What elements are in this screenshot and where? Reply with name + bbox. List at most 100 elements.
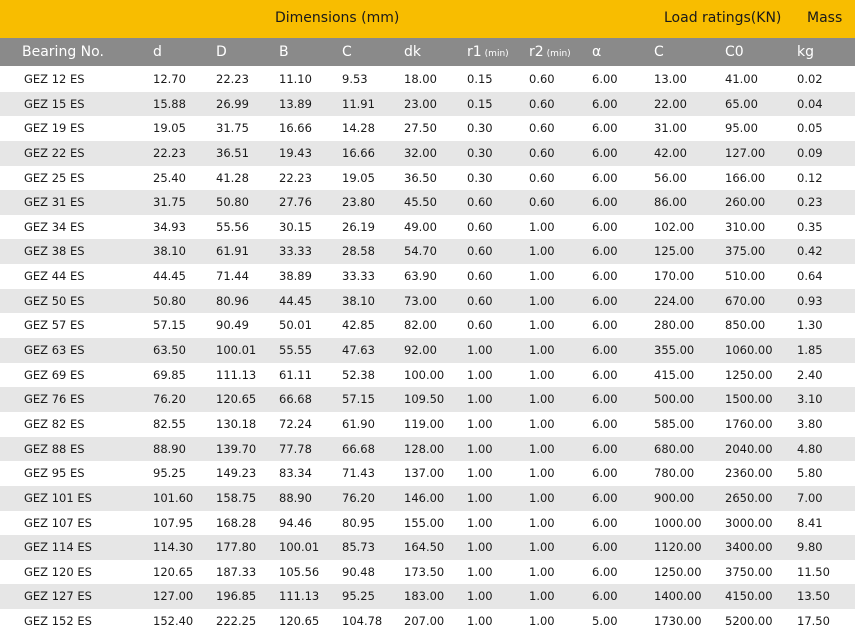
cell-width-b: 27.76 [279, 195, 312, 210]
cell-load-c0: 670.00 [725, 293, 766, 308]
cell-width-c: 9.53 [342, 72, 368, 86]
cell-r1: 1.00 [467, 515, 493, 530]
cell-load-c: 31.00 [654, 121, 687, 136]
cell-width-b: 11.10 [279, 72, 312, 86]
cell-outer-d: 41.28 [216, 170, 249, 185]
cell-bearing-no: GEZ 50 ES [24, 293, 85, 308]
cell-width-b: 88.90 [279, 490, 312, 505]
cell-mass-kg: 5.80 [797, 466, 823, 481]
cell-outer-d: 158.75 [216, 490, 257, 505]
cell-load-c0: 65.00 [725, 96, 758, 111]
bearing-spec-table: Dimensions (mm) Load ratings(KN) Mass Be… [0, 0, 855, 634]
table-row: GEZ 15 ES 15.88 26.99 13.89 11.91 23.00 0.15 0.… [0, 91, 855, 117]
cell-width-c: 33.33 [342, 269, 375, 284]
cell-load-c0: 850.00 [725, 318, 766, 333]
cell-alpha: 6.00 [592, 392, 618, 407]
cell-alpha: 6.00 [592, 293, 618, 308]
cell-bearing-no: GEZ 22 ES [24, 145, 85, 160]
cell-bearing-no: GEZ 34 ES [24, 219, 85, 234]
cell-dk: 92.00 [404, 343, 437, 358]
cell-load-c: 224.00 [654, 293, 695, 308]
cell-width-b: 13.89 [279, 96, 312, 111]
cell-r1: 0.60 [467, 293, 493, 308]
cell-width-c: 26.19 [342, 219, 375, 234]
cell-alpha: 5.00 [592, 614, 618, 629]
cell-alpha: 6.00 [592, 170, 618, 185]
cell-alpha: 6.00 [592, 490, 618, 505]
column-header-width-b: B [279, 44, 289, 60]
column-header-r1: r1 (min) [467, 44, 509, 60]
cell-alpha: 6.00 [592, 318, 618, 333]
cell-width-b: 22.23 [279, 170, 312, 185]
mass-group-label: Mass [807, 10, 843, 26]
cell-dk: 18.00 [404, 72, 437, 86]
cell-dk: 36.50 [404, 170, 437, 185]
cell-r2: 1.00 [529, 392, 555, 407]
cell-mass-kg: 1.30 [797, 318, 823, 333]
cell-bearing-no: GEZ 19 ES [24, 121, 85, 136]
column-header-label: d [153, 44, 162, 60]
cell-dk: 155.00 [404, 515, 445, 530]
table-row: GEZ 50 ES 50.80 80.96 44.45 38.10 73.00 0.60 1.… [0, 288, 855, 314]
cell-dk: 109.50 [404, 392, 445, 407]
cell-d: 63.50 [153, 343, 186, 358]
cell-dk: 32.00 [404, 145, 437, 160]
cell-r1: 1.00 [467, 614, 493, 629]
cell-load-c: 22.00 [654, 96, 687, 111]
cell-dk: 164.50 [404, 540, 445, 555]
cell-outer-d: 31.75 [216, 121, 249, 136]
cell-r2: 1.00 [529, 416, 555, 431]
cell-bearing-no: GEZ 63 ES [24, 343, 85, 358]
table-row: GEZ 120 ES 120.65 187.33 105.56 90.48 173.50 1… [0, 560, 855, 585]
cell-load-c0: 1060.00 [725, 343, 773, 358]
cell-mass-kg: 17.50 [797, 614, 830, 629]
column-header-width-c: C [342, 44, 352, 60]
cell-d: 12.70 [153, 72, 186, 86]
cell-width-c: 76.20 [342, 490, 375, 505]
cell-r1: 1.00 [467, 564, 493, 579]
cell-load-c: 780.00 [654, 466, 695, 481]
cell-bearing-no: GEZ 82 ES [24, 416, 85, 431]
cell-width-c: 52.38 [342, 367, 375, 382]
cell-load-c: 102.00 [654, 219, 695, 234]
cell-mass-kg: 0.12 [797, 170, 823, 185]
cell-width-b: 33.33 [279, 244, 312, 259]
cell-r1: 0.60 [467, 269, 493, 284]
cell-width-c: 42.85 [342, 318, 375, 333]
cell-alpha: 6.00 [592, 121, 618, 136]
cell-width-c: 23.80 [342, 195, 375, 210]
column-header-load-c0: C0 [725, 44, 744, 60]
cell-d: 120.65 [153, 564, 194, 579]
cell-bearing-no: GEZ 31 ES [24, 195, 85, 210]
cell-dk: 137.00 [404, 466, 445, 481]
cell-bearing-no: GEZ 95 ES [24, 466, 85, 481]
table-row: GEZ 19 ES 19.05 31.75 16.66 14.28 27.50 0.30 0.… [0, 116, 855, 141]
cell-bearing-no: GEZ 57 ES [24, 318, 85, 333]
cell-bearing-no: GEZ 114 ES [24, 540, 92, 555]
cell-outer-d: 80.96 [216, 293, 249, 308]
cell-d: 50.80 [153, 293, 186, 308]
cell-load-c: 170.00 [654, 269, 695, 284]
cell-mass-kg: 2.40 [797, 367, 823, 382]
cell-alpha: 6.00 [592, 219, 618, 234]
cell-mass-kg: 0.93 [797, 293, 823, 308]
cell-outer-d: 222.25 [216, 614, 257, 629]
cell-d: 101.60 [153, 490, 194, 505]
cell-load-c0: 2360.00 [725, 466, 773, 481]
column-header-sublabel: (min) [484, 49, 509, 59]
cell-alpha: 6.00 [592, 416, 618, 431]
column-header-outer-d: D [216, 44, 227, 60]
cell-load-c: 680.00 [654, 441, 695, 456]
group-header-row: Dimensions (mm) Load ratings(KN) Mass [0, 0, 855, 38]
cell-width-c: 47.63 [342, 343, 375, 358]
cell-outer-d: 22.23 [216, 72, 249, 86]
cell-load-c: 280.00 [654, 318, 695, 333]
cell-r2: 1.00 [529, 244, 555, 259]
column-header-label: r1 [467, 44, 482, 60]
cell-r1: 0.15 [467, 72, 493, 86]
cell-d: 31.75 [153, 195, 186, 210]
cell-alpha: 6.00 [592, 145, 618, 160]
column-header-r2: r2 (min) [529, 44, 571, 60]
cell-r2: 0.60 [529, 121, 555, 136]
cell-mass-kg: 9.80 [797, 540, 823, 555]
